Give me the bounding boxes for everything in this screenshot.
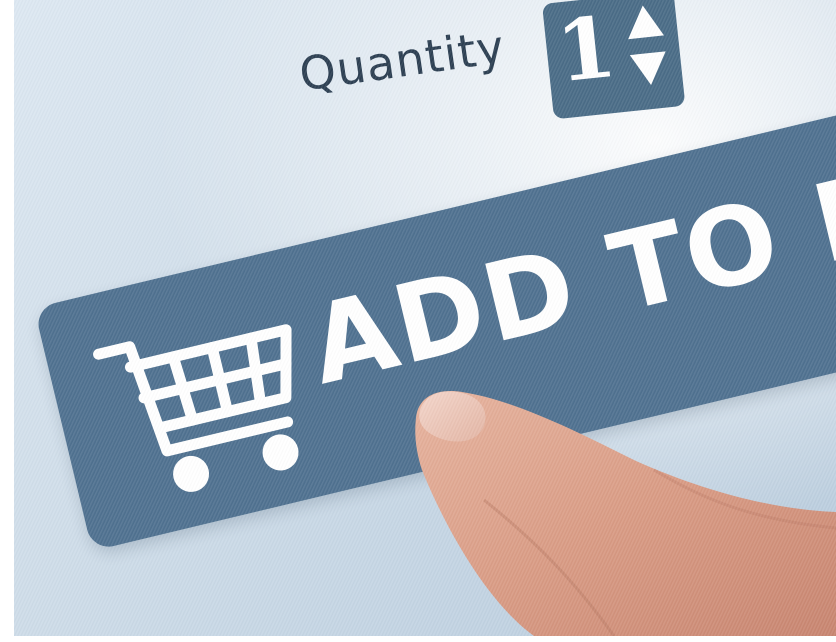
arrow-down-icon[interactable] xyxy=(629,51,669,87)
add-to-basket-button[interactable]: ADD TO BASKET xyxy=(34,53,836,552)
monitor-screen: Quantity 1 ADD TO BASKET xyxy=(14,0,836,636)
quantity-value: 1 xyxy=(551,0,621,102)
shopping-cart-icon xyxy=(93,324,299,492)
quantity-stepper[interactable]: 1 xyxy=(542,0,686,120)
arrow-up-icon[interactable] xyxy=(624,3,664,40)
quantity-label: Quantity xyxy=(296,19,509,102)
photo-frame: Quantity 1 ADD TO BASKET xyxy=(0,0,836,642)
web-page: Quantity 1 ADD TO BASKET xyxy=(14,0,836,636)
